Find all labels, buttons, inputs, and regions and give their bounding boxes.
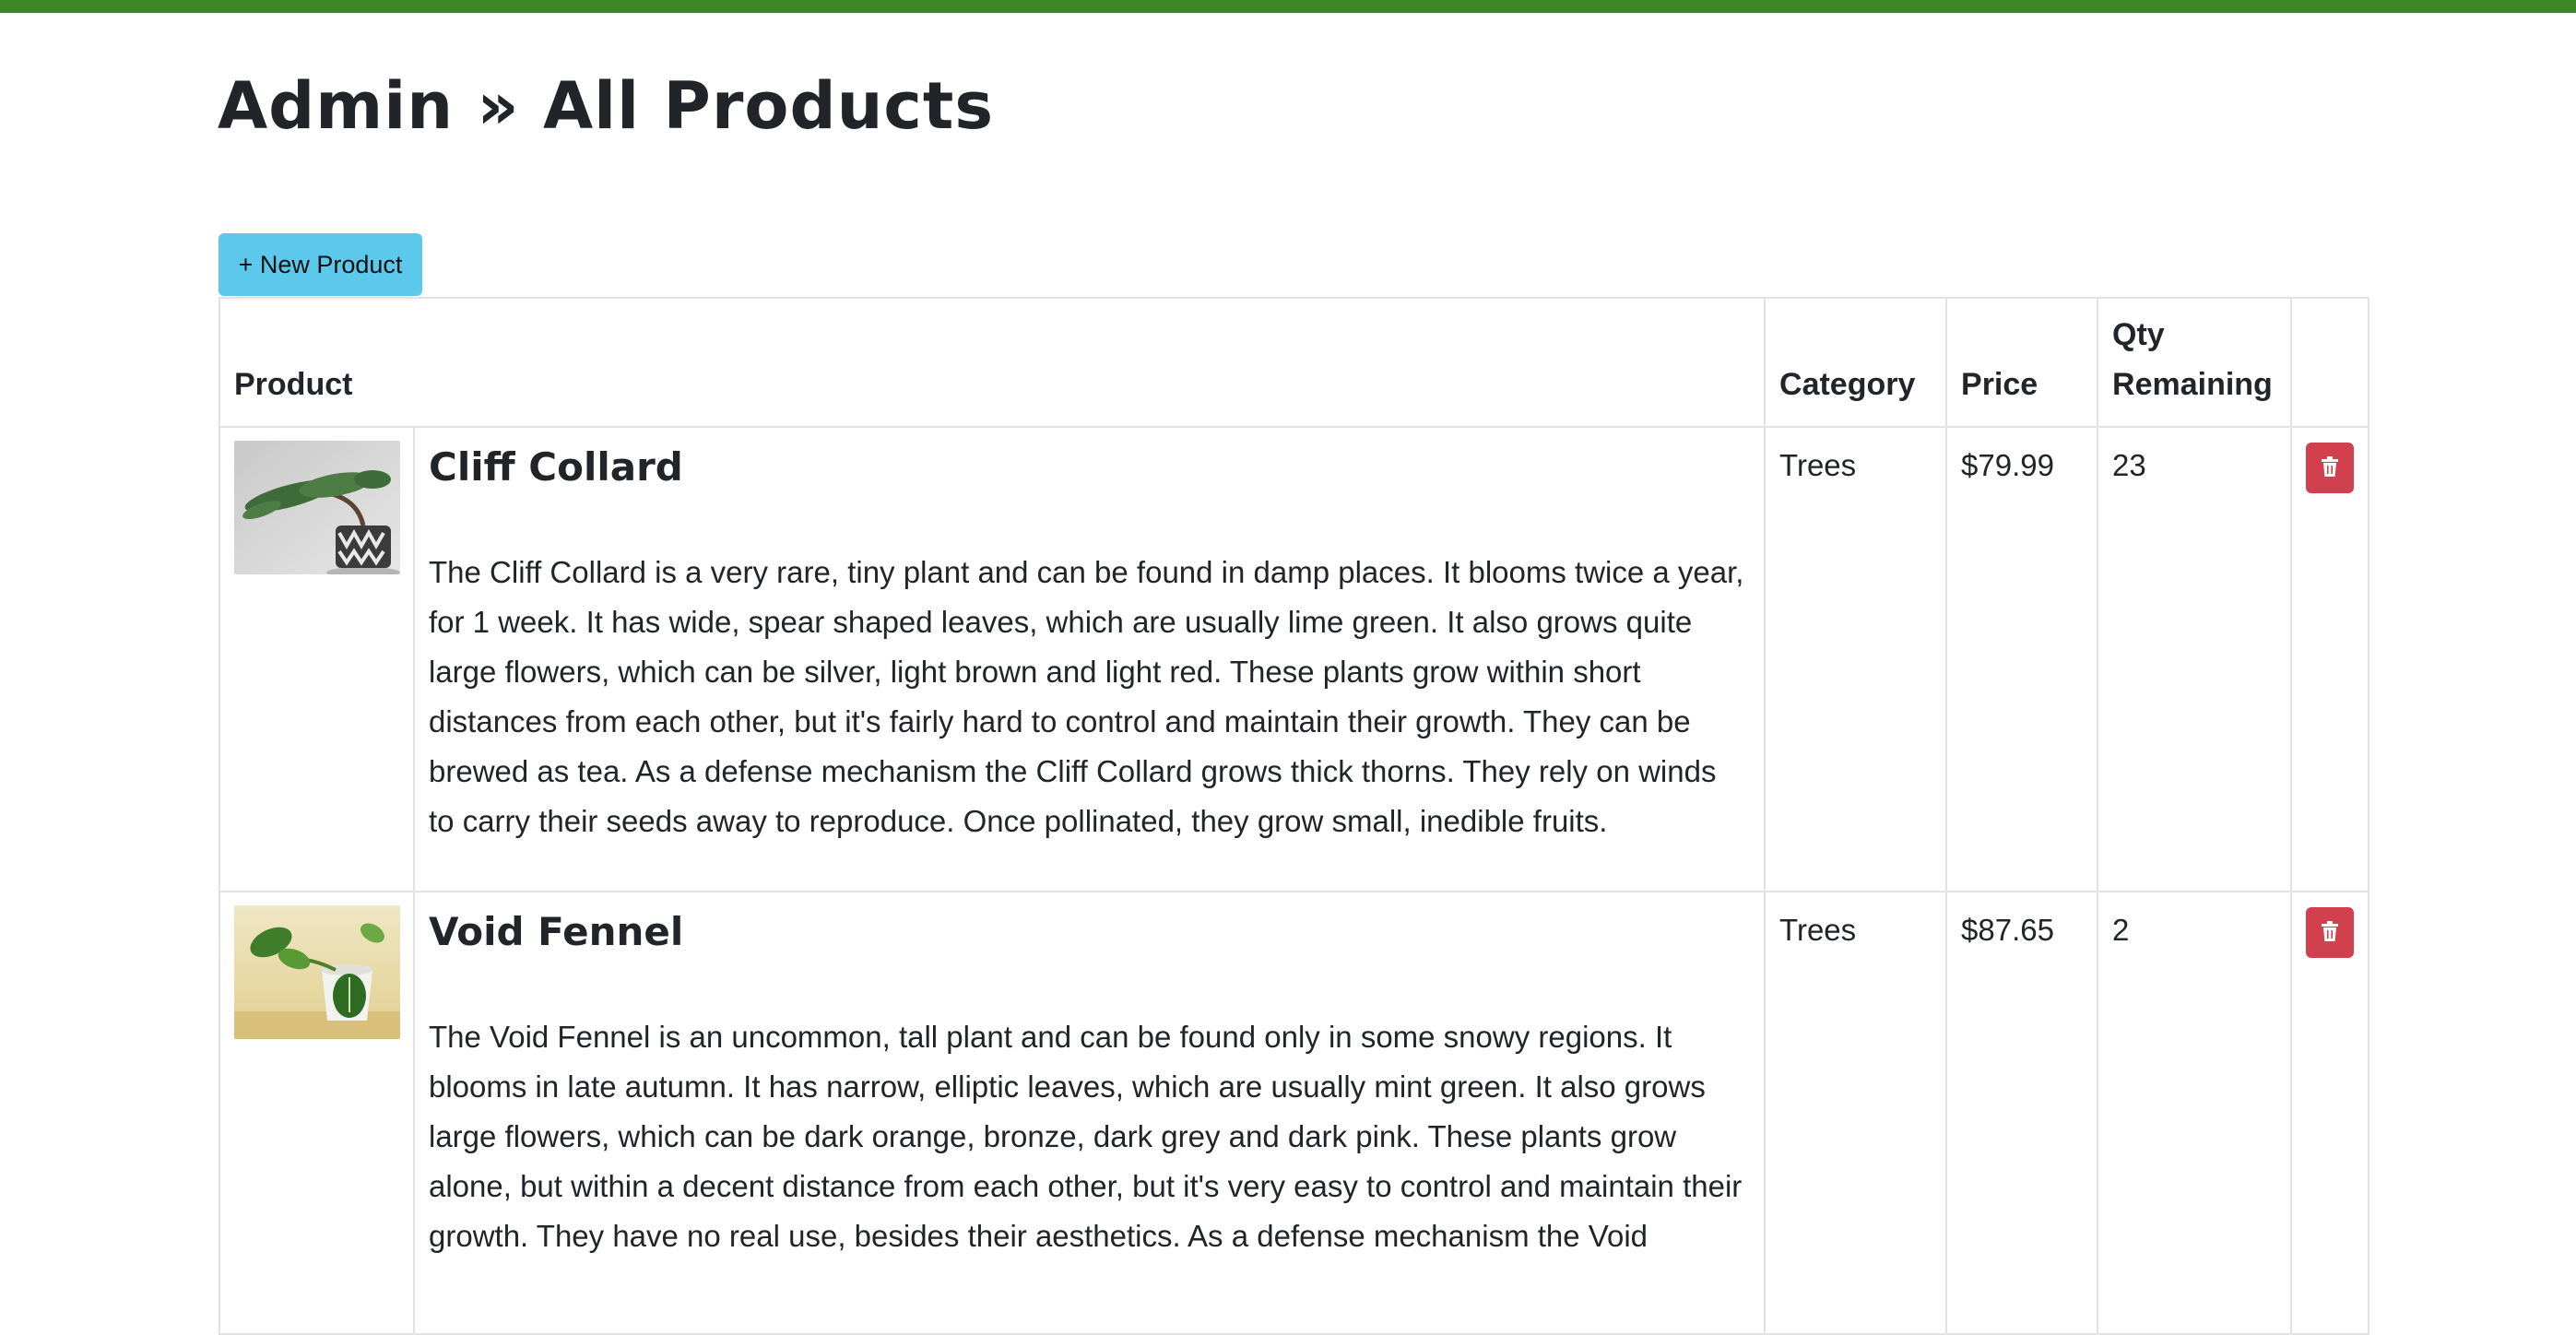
top-accent-bar <box>0 0 2576 13</box>
new-product-button[interactable]: + New Product <box>219 233 422 296</box>
product-category: Trees <box>1764 891 1948 1335</box>
page-title: Admin » All Products <box>218 68 995 144</box>
header-product: Product <box>218 297 1767 428</box>
header-category: Category <box>1764 297 1948 428</box>
product-name[interactable]: Cliff Collard <box>429 443 1750 492</box>
potted-plant-image[interactable] <box>234 905 400 1039</box>
product-category: Trees <box>1764 426 1948 892</box>
actions-cell <box>2290 426 2370 892</box>
table-row: Void Fennel The Void Fennel is an uncomm… <box>219 891 2370 1335</box>
delete-product-button[interactable] <box>2306 443 2355 493</box>
product-price: $79.99 <box>1945 426 2099 892</box>
product-name[interactable]: Void Fennel <box>429 907 1750 957</box>
product-info-cell: Cliff Collard The Cliff Collard is a ver… <box>412 426 1767 892</box>
header-price: Price <box>1945 297 2099 428</box>
trash-icon <box>2321 456 2339 479</box>
product-qty: 23 <box>2097 426 2293 892</box>
product-description: The Cliff Collard is a very rare, tiny p… <box>429 555 1744 838</box>
header-qty-remaining: Qty Remaining <box>2097 297 2293 428</box>
product-image-cell <box>219 891 415 1335</box>
product-image-cell <box>219 426 415 892</box>
bonsai-plant-image[interactable] <box>234 441 400 574</box>
product-qty: 2 <box>2097 891 2293 1335</box>
products-table: Product Category Price Qty Remaining Cli… <box>218 297 2370 1335</box>
delete-product-button[interactable] <box>2306 907 2355 958</box>
actions-cell <box>2290 891 2370 1335</box>
product-price: $87.65 <box>1945 891 2099 1335</box>
product-description: The Void Fennel is an uncommon, tall pla… <box>429 1020 1743 1253</box>
product-info-cell: Void Fennel The Void Fennel is an uncomm… <box>412 891 1767 1335</box>
trash-icon <box>2321 921 2339 944</box>
table-header-row: Product Category Price Qty Remaining <box>218 297 2370 428</box>
header-actions <box>2290 297 2370 428</box>
table-row: Cliff Collard The Cliff Collard is a ver… <box>219 426 2370 892</box>
